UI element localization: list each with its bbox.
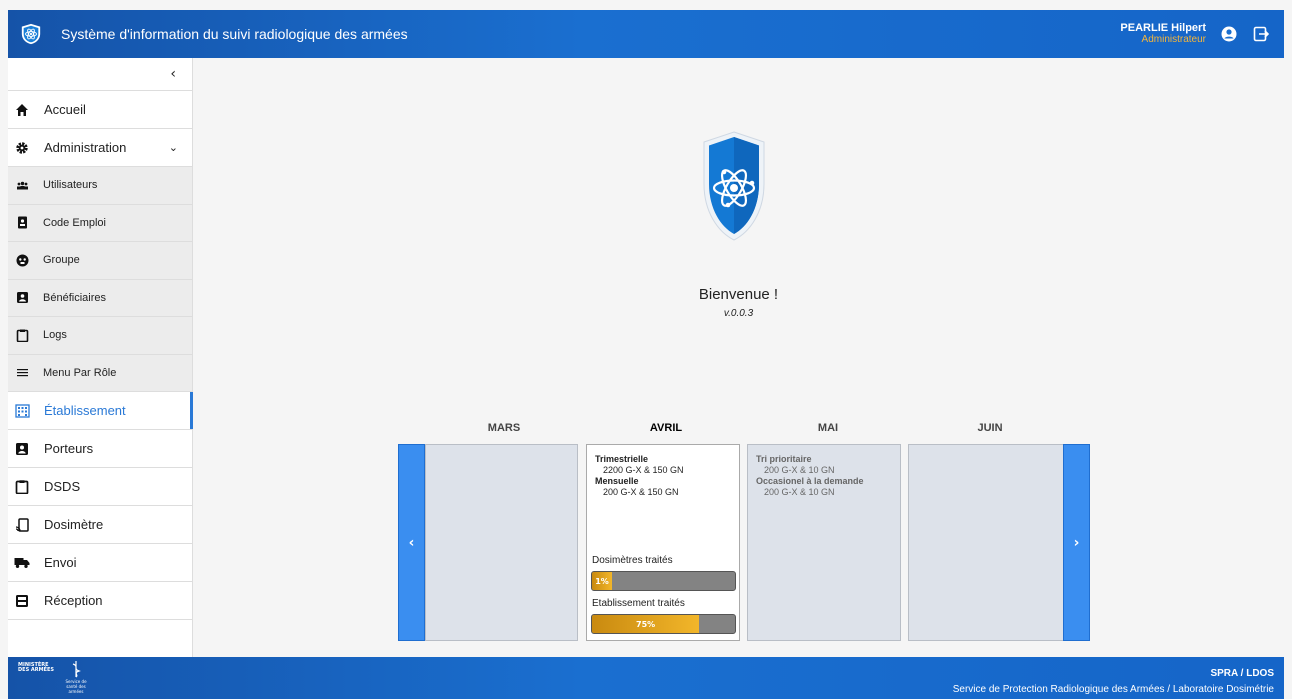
user-info: PEARLIE Hilpert Administrateur <box>1120 22 1206 46</box>
sidebar-item-label: DSDS <box>44 479 81 494</box>
sidebar-item-label: Dosimètre <box>44 517 104 532</box>
sidebar-item-label: Code Emploi <box>43 216 106 229</box>
sidebar-item-utilisateurs[interactable]: Utilisateurs <box>8 167 192 205</box>
sidebar-item-label: Administration <box>44 140 127 155</box>
app-version: v.0.0.3 <box>723 308 754 319</box>
progress-label: Etablissement traités <box>592 598 685 609</box>
gear-icon <box>14 140 30 156</box>
clipboard-icon <box>14 479 30 495</box>
sidebar-item-dosimetre[interactable]: Dosimètre <box>8 506 192 544</box>
chevron-left-icon: ‹ <box>170 66 176 82</box>
sidebar-item-label: Bénéficiaires <box>43 291 106 304</box>
carousel-next-button[interactable]: › <box>1063 444 1090 641</box>
sidebar-item-dsds[interactable]: DSDS <box>8 468 192 506</box>
spra-full-label: Service de Protection Radiologique des A… <box>952 684 1274 695</box>
sidebar-item-administration[interactable]: Administration ⌄ <box>8 129 192 167</box>
badge-icon <box>14 441 30 457</box>
sidebar-item-label: Porteurs <box>44 441 94 456</box>
welcome-title: Bienvenue ! <box>698 286 779 303</box>
logout-icon[interactable] <box>1252 25 1270 43</box>
id-card-icon <box>16 216 29 229</box>
chevron-left-icon: ‹ <box>408 534 415 551</box>
sidebar-item-label: Accueil <box>44 102 86 117</box>
dosimeter-icon <box>14 517 30 533</box>
progress-text: 1% <box>595 576 609 586</box>
atom-shield-logo-icon <box>703 131 765 241</box>
sidebar-item-label: Logs <box>43 329 67 342</box>
month-label-current: AVRIL <box>649 422 683 434</box>
sidebar-item-reception[interactable]: Réception <box>8 582 192 620</box>
beneficiary-icon <box>16 291 29 304</box>
chevron-down-icon: ⌄ <box>168 142 178 154</box>
dosimetry-type-label: Occasionel à la demande <box>756 476 864 486</box>
sidebar-item-label: Réception <box>44 593 103 608</box>
month-card-juin <box>908 444 1064 641</box>
sidebar-item-etablissement[interactable]: Établissement <box>8 392 193 430</box>
sidebar-item-envoi[interactable]: Envoi <box>8 544 192 582</box>
sidebar-item-menu-par-role[interactable]: Menu Par Rôle <box>8 354 192 392</box>
dosimetry-type-value: 2200 G-X & 150 GN <box>603 465 684 475</box>
month-card-mars <box>425 444 578 641</box>
caduceus-icon <box>72 661 81 678</box>
app-header: Système d'information du suivi radiologi… <box>8 10 1284 58</box>
inbox-icon <box>14 593 30 609</box>
month-card-mai: Tri prioritaire 200 G-X & 10 GN Occasion… <box>747 444 901 641</box>
home-icon <box>14 102 30 118</box>
progress-fill: 1% <box>592 572 613 590</box>
chevron-right-icon: › <box>1073 534 1080 551</box>
dosimetry-type-label: Mensuelle <box>595 476 639 486</box>
sidebar-item-code-emploi[interactable]: Code Emploi <box>8 204 192 242</box>
sidebar-item-label: Groupe <box>43 254 80 267</box>
app-title: Système d'information du suivi radiologi… <box>61 26 408 42</box>
ssa-logo: Service de santé des armées <box>64 660 88 694</box>
menu-icon <box>16 366 29 379</box>
building-icon <box>14 403 30 419</box>
progress-fill: 75% <box>592 615 700 633</box>
user-name: PEARLIE Hilpert <box>1120 22 1206 34</box>
progress-label: Dosimètres traités <box>592 555 673 566</box>
month-label: MARS <box>487 422 521 434</box>
dosimetry-type-value: 200 G-X & 10 GN <box>764 465 835 475</box>
ssa-label: Service de santé des armées <box>65 679 87 694</box>
group-icon <box>16 254 29 267</box>
sidebar-item-logs[interactable]: Logs <box>8 317 192 355</box>
month-label: JUIN <box>977 422 1003 434</box>
clipboard-icon <box>16 329 29 342</box>
sidebar-item-beneficiaires[interactable]: Bénéficiaires <box>8 279 192 317</box>
main-content: Bienvenue ! v.0.0.3 MARS AVRIL MAI JUIN … <box>193 58 1284 657</box>
truck-icon <box>14 555 30 571</box>
sidebar-item-groupe[interactable]: Groupe <box>8 242 192 280</box>
sidebar-item-label: Utilisateurs <box>43 179 98 192</box>
sidebar-item-label: Établissement <box>44 403 126 418</box>
sidebar: ‹ Accueil Administration ⌄ Utilisateurs … <box>8 58 193 657</box>
carousel-prev-button[interactable]: ‹ <box>398 444 425 641</box>
app-footer: MINISTÈRE DES ARMÉES Service de santé de… <box>8 657 1284 699</box>
profile-icon[interactable] <box>1220 25 1238 43</box>
establishments-progress-bar: 75% <box>591 614 736 634</box>
dosimetry-type-value: 200 G-X & 10 GN <box>764 487 835 497</box>
month-label: MAI <box>817 422 839 434</box>
dosimetry-type-label: Trimestrielle <box>595 454 649 464</box>
spra-short-label: SPRA / LDOS <box>1210 668 1274 679</box>
progress-text: 75% <box>636 619 656 629</box>
sidebar-item-label: Menu Par Rôle <box>43 366 117 379</box>
sidebar-item-porteurs[interactable]: Porteurs <box>8 430 192 468</box>
sidebar-item-accueil[interactable]: Accueil <box>8 91 192 129</box>
sidebar-item-label: Envoi <box>44 555 77 570</box>
collapse-sidebar-button[interactable]: ‹ <box>8 58 192 91</box>
dosimeters-progress-bar: 1% <box>591 571 736 591</box>
user-role: Administrateur <box>1141 34 1206 45</box>
app-logo-icon[interactable] <box>20 23 42 45</box>
ministere-logo: MINISTÈRE DES ARMÉES <box>18 662 55 673</box>
dosimetry-type-value: 200 G-X & 150 GN <box>603 487 679 497</box>
users-icon <box>16 179 29 192</box>
month-headers: MARS AVRIL MAI JUIN <box>423 422 1083 434</box>
month-card-avril: Trimestrielle 2200 G-X & 150 GN Mensuell… <box>586 444 740 641</box>
dosimetry-type-label: Tri prioritaire <box>756 454 812 464</box>
